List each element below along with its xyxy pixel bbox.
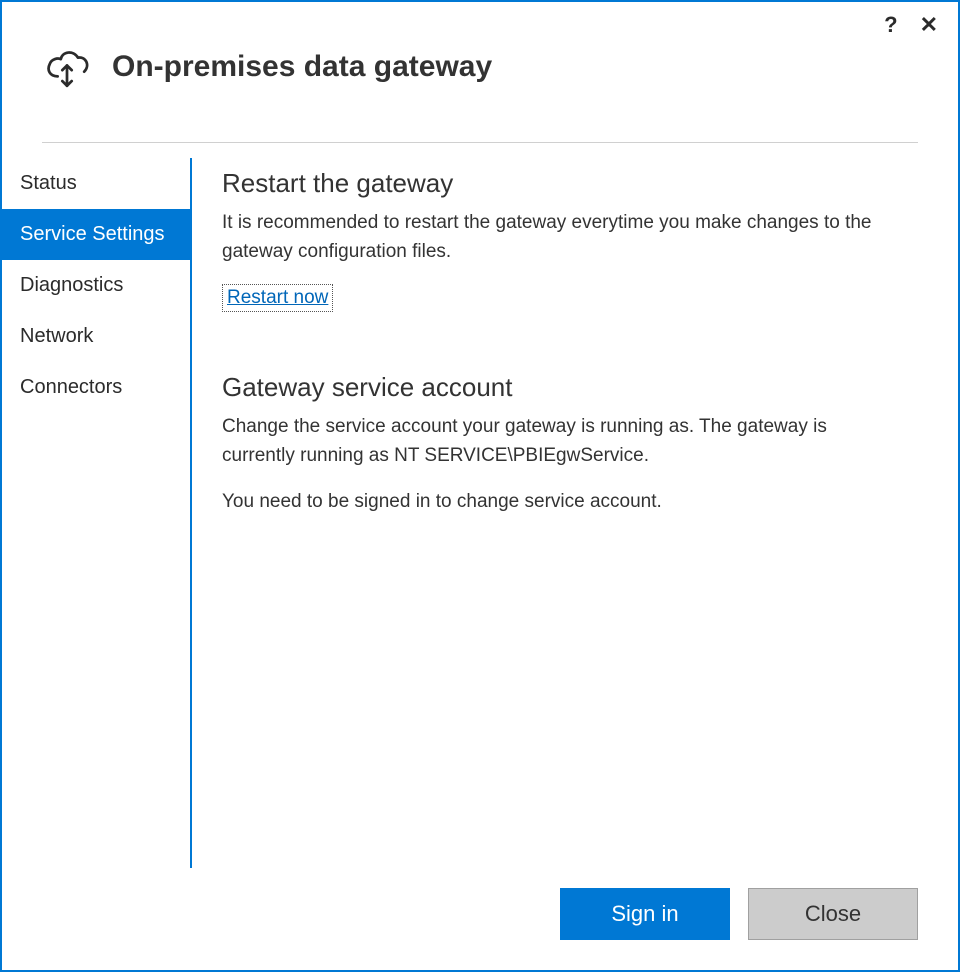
cloud-sync-icon (42, 42, 92, 92)
body: Status Service Settings Diagnostics Netw… (2, 143, 958, 868)
sidebar-item-service-settings[interactable]: Service Settings (2, 209, 190, 260)
help-icon[interactable]: ? (884, 14, 897, 36)
footer: Sign in Close (2, 868, 958, 970)
button-label: Sign in (611, 901, 678, 927)
title-controls: ? ✕ (884, 14, 938, 36)
content: Restart the gateway It is recommended to… (192, 158, 918, 868)
service-account-heading: Gateway service account (222, 372, 898, 403)
close-icon[interactable]: ✕ (920, 14, 938, 36)
service-account-note: You need to be signed in to change servi… (222, 488, 898, 517)
sidebar-item-network[interactable]: Network (2, 311, 190, 362)
app-title: On-premises data gateway (112, 50, 492, 84)
header: On-premises data gateway (2, 42, 958, 112)
button-label: Close (805, 901, 861, 927)
sidebar-item-label: Network (20, 325, 93, 347)
service-account-description: Change the service account your gateway … (222, 413, 898, 470)
sidebar-item-diagnostics[interactable]: Diagnostics (2, 260, 190, 311)
service-account-section: Gateway service account Change the servi… (222, 372, 898, 517)
app-window: ? ✕ On-premises data gateway Status Serv… (0, 0, 960, 972)
sign-in-button[interactable]: Sign in (560, 888, 730, 940)
restart-heading: Restart the gateway (222, 168, 898, 199)
titlebar: ? ✕ (2, 2, 958, 42)
sidebar-item-label: Connectors (20, 376, 122, 398)
sidebar-item-status[interactable]: Status (2, 158, 190, 209)
sidebar-item-connectors[interactable]: Connectors (2, 362, 190, 413)
restart-now-link[interactable]: Restart now (222, 284, 333, 312)
restart-description: It is recommended to restart the gateway… (222, 209, 898, 266)
sidebar-item-label: Service Settings (20, 223, 165, 245)
close-button[interactable]: Close (748, 888, 918, 940)
sidebar-item-label: Diagnostics (20, 274, 123, 296)
sidebar: Status Service Settings Diagnostics Netw… (2, 158, 192, 868)
sidebar-item-label: Status (20, 172, 77, 194)
